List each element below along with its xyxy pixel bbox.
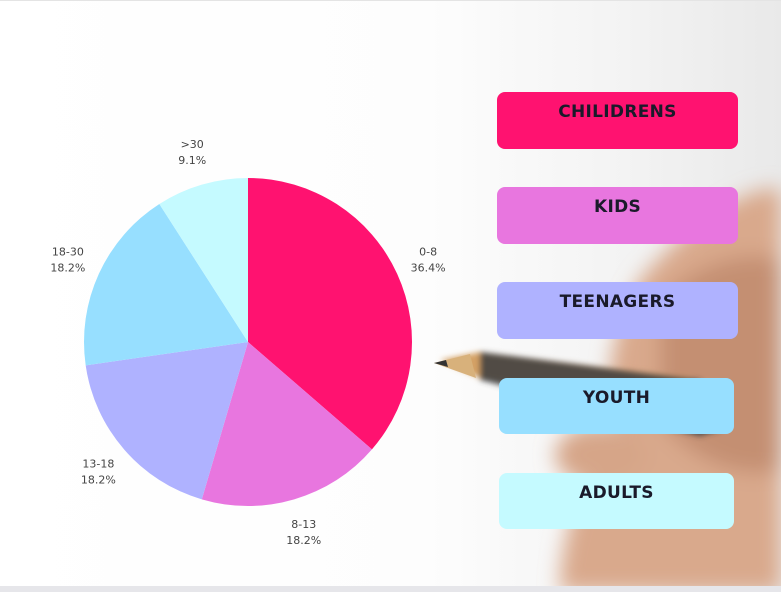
legend-item-label: YOUTH [582, 388, 651, 408]
slice-category-label: >30 [181, 138, 204, 151]
legend-item-chilidrens[interactable]: CHILIDRENS [497, 92, 738, 149]
slice-category-label: 13-18 [82, 458, 114, 471]
slice-percent-label: 18.2% [81, 474, 116, 487]
legend-item-label: TEENAGERS [559, 292, 676, 312]
legend-item-teenagers[interactable]: TEENAGERS [497, 282, 738, 339]
slice-category-label: 0-8 [419, 246, 437, 259]
legend-item-youth[interactable]: YOUTH [499, 378, 734, 434]
legend-item-label: ADULTS [579, 483, 654, 503]
legend-item-adults[interactable]: ADULTS [499, 473, 734, 529]
slice-percent-label: 18.2% [50, 262, 85, 275]
legend-item-label: CHILIDRENS [558, 102, 677, 122]
slice-percent-label: 18.2% [286, 534, 321, 547]
legend-item-label: KIDS [593, 197, 642, 217]
slice-percent-label: 9.1% [178, 154, 206, 167]
slice-percent-label: 36.4% [411, 262, 446, 275]
legend-item-kids[interactable]: KIDS [497, 187, 738, 244]
slice-category-label: 8-13 [291, 518, 316, 531]
slice-category-label: 18-30 [52, 246, 84, 259]
